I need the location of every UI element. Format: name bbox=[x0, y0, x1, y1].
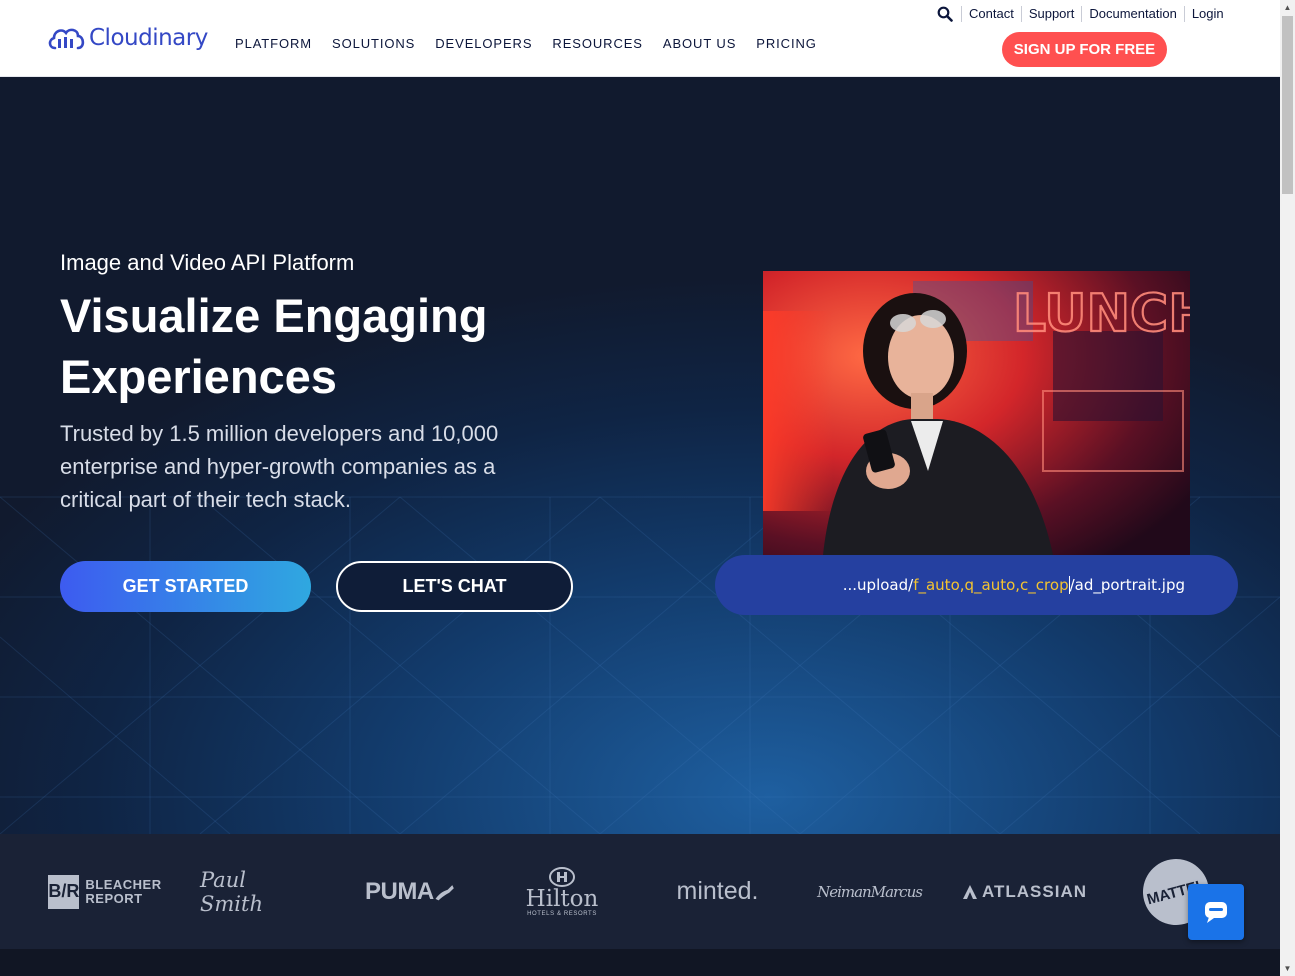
puma-cat-icon bbox=[435, 884, 454, 900]
logo-paul-smith: Paul Smith bbox=[200, 834, 310, 949]
nav-about-us[interactable]: ABOUT US bbox=[663, 36, 736, 51]
nav-solutions[interactable]: SOLUTIONS bbox=[332, 36, 415, 51]
bleacher-line2: REPORT bbox=[85, 890, 143, 906]
logo-hilton: Hilton HOTELS & RESORTS bbox=[522, 834, 602, 949]
url-transformation: f_auto,q_auto,c_crop bbox=[913, 576, 1069, 594]
nav-pricing[interactable]: PRICING bbox=[756, 36, 816, 51]
hero-portrait-image: LUNCH DINER bbox=[763, 271, 1190, 555]
hero-subtext: Trusted by 1.5 million developers and 10… bbox=[60, 421, 499, 512]
page-scrollbar[interactable]: ▲ ▼ bbox=[1280, 0, 1295, 976]
logo-text: Cloudinary bbox=[89, 25, 208, 51]
logo-bleacher-report: B/R BLEACHER REPORT bbox=[48, 834, 162, 949]
atlassian-text: ATLASSIAN bbox=[981, 881, 1087, 901]
paul-smith-text: Paul Smith bbox=[200, 867, 263, 916]
chat-widget-button[interactable] bbox=[1188, 884, 1244, 940]
contact-link[interactable]: Contact bbox=[961, 6, 1021, 22]
hilton-subtext: HOTELS & RESORTS bbox=[527, 910, 597, 917]
support-link[interactable]: Support bbox=[1020, 6, 1082, 22]
main-nav: PLATFORM SOLUTIONS DEVELOPERS RESOURCES … bbox=[235, 36, 817, 51]
logo-puma: PUMA bbox=[365, 834, 455, 949]
minted-text: minted. bbox=[676, 877, 759, 905]
cloud-logo-icon bbox=[48, 28, 85, 50]
logo-minted: minted. bbox=[670, 834, 765, 949]
search-icon[interactable] bbox=[937, 6, 953, 22]
site-header: Cloudinary PLATFORM SOLUTIONS DEVELOPERS… bbox=[0, 0, 1280, 77]
hero-eyebrow: Image and Video API Platform bbox=[60, 250, 355, 275]
next-section-edge bbox=[0, 949, 1280, 976]
nav-resources[interactable]: RESOURCES bbox=[552, 36, 642, 51]
hilton-text: Hilton bbox=[525, 885, 599, 912]
utility-nav: Contact Support Documentation Login bbox=[937, 6, 1231, 22]
neon-sign-text: LUNCH DINER bbox=[1013, 284, 1190, 344]
sign-up-button[interactable]: SIGN UP FOR FREE bbox=[1002, 32, 1167, 67]
customer-logos: B/R BLEACHER REPORT Paul Smith PUMA Hilt… bbox=[0, 834, 1280, 949]
neiman-marcus-text: NeimanMarcus bbox=[817, 882, 923, 901]
nav-platform[interactable]: PLATFORM bbox=[235, 36, 312, 51]
transformation-url: ...upload/f_auto,q_auto,c_crop/ad_portra… bbox=[715, 555, 1238, 615]
lets-chat-button[interactable]: LET'S CHAT bbox=[336, 561, 573, 612]
hilton-crest-icon bbox=[549, 866, 575, 887]
hero-section: Image and Video API Platform Visualize E… bbox=[0, 77, 1280, 834]
bleacher-line1: BLEACHER bbox=[85, 876, 162, 892]
login-link[interactable]: Login bbox=[1183, 6, 1231, 22]
scrollbar-thumb[interactable] bbox=[1282, 16, 1293, 194]
url-suffix: /ad_portrait.jpg bbox=[1069, 576, 1185, 594]
cloudinary-logo[interactable]: Cloudinary bbox=[47, 24, 208, 52]
nav-developers[interactable]: DEVELOPERS bbox=[435, 36, 532, 51]
scroll-down-arrow-icon[interactable]: ▼ bbox=[1280, 961, 1295, 976]
logo-neiman-marcus: NeimanMarcus bbox=[817, 834, 923, 949]
hero-headline: Visualize Engaging Experiences bbox=[60, 289, 488, 403]
scroll-up-arrow-icon[interactable]: ▲ bbox=[1280, 0, 1295, 15]
bleacher-mark: B/R bbox=[48, 874, 80, 909]
get-started-button[interactable]: GET STARTED bbox=[60, 561, 311, 612]
atlassian-mark-icon bbox=[962, 884, 977, 899]
url-prefix: ...upload/ bbox=[842, 576, 914, 594]
portrait-illustration: LUNCH DINER bbox=[763, 271, 1190, 555]
puma-text: PUMA bbox=[365, 877, 434, 905]
documentation-link[interactable]: Documentation bbox=[1081, 6, 1183, 22]
logo-atlassian: ATLASSIAN bbox=[962, 834, 1087, 949]
chat-bubble-icon bbox=[1205, 902, 1227, 923]
